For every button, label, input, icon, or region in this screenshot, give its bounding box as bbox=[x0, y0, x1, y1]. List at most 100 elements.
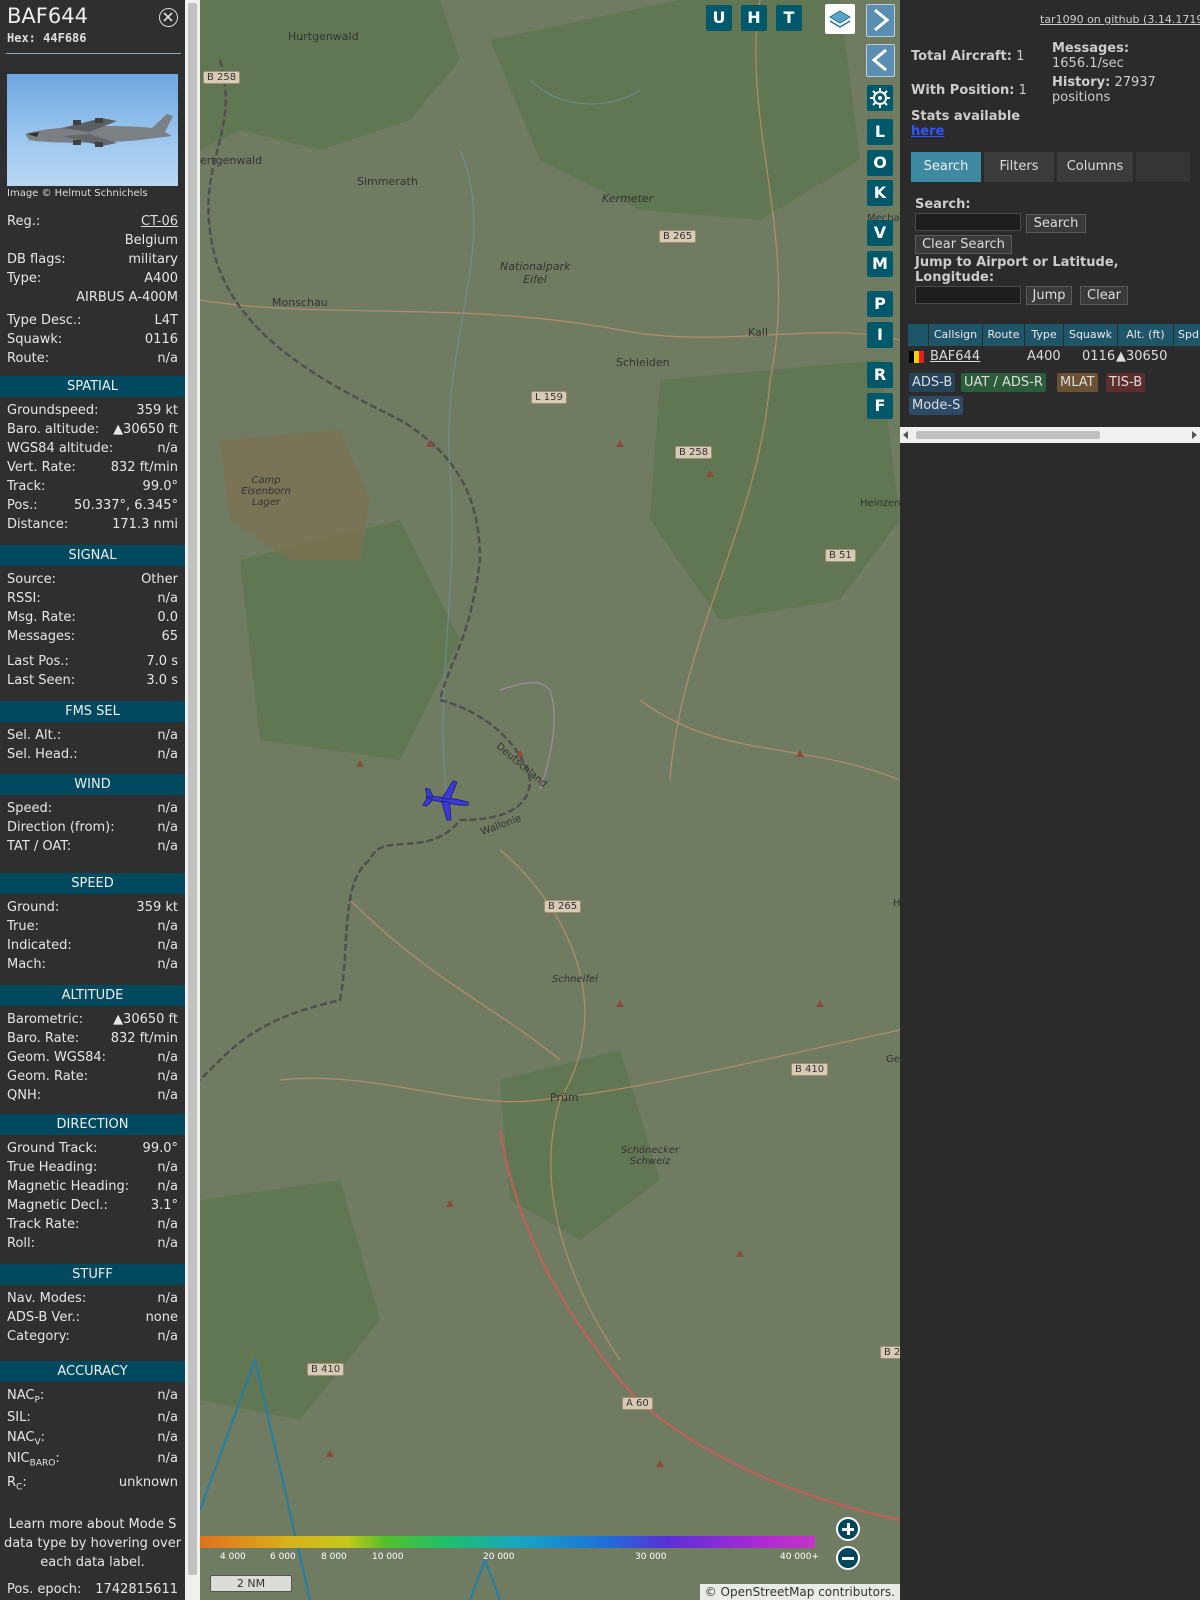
info-row: Track: 99.0° bbox=[7, 479, 178, 497]
info-label: QNH: bbox=[7, 1088, 42, 1103]
toggle-p-button[interactable]: P bbox=[867, 291, 893, 317]
aircraft-marker-icon[interactable] bbox=[422, 778, 472, 822]
detail-label: Route: bbox=[7, 351, 50, 366]
table-header-altitude[interactable]: Alt. (ft) bbox=[1118, 324, 1173, 346]
info-value: n/a bbox=[157, 1410, 178, 1425]
info-label: Ground Track: bbox=[7, 1141, 98, 1156]
map-attribution[interactable]: © OpenStreetMap contributors. bbox=[699, 1584, 900, 1600]
tab-filters[interactable]: Filters bbox=[984, 152, 1054, 182]
legend-badge-ads-b[interactable]: ADS-B bbox=[909, 373, 956, 392]
info-row: Direction (from): n/a bbox=[7, 820, 178, 838]
info-row: Magnetic Heading: n/a bbox=[7, 1179, 178, 1197]
clear-button[interactable]: Clear bbox=[1080, 286, 1128, 305]
info-value: 3.1° bbox=[150, 1198, 178, 1213]
table-header-type[interactable]: Type bbox=[1025, 324, 1063, 346]
toggle-t-button[interactable]: T bbox=[776, 5, 802, 31]
info-label: Barometric: bbox=[7, 1012, 84, 1027]
section-header-altitude: ALTITUDE bbox=[0, 985, 185, 1006]
toggle-r-button[interactable]: R bbox=[867, 362, 893, 388]
info-value: 0.0 bbox=[157, 610, 178, 625]
scroll-left-icon[interactable] bbox=[903, 431, 909, 439]
info-value: n/a bbox=[157, 957, 178, 972]
section-header-spatial: SPATIAL bbox=[0, 376, 185, 397]
info-value: n/a bbox=[157, 591, 178, 606]
toggle-l-button[interactable]: L bbox=[867, 119, 893, 145]
road-shield: B 2 bbox=[880, 1346, 900, 1359]
info-label: Speed: bbox=[7, 801, 53, 816]
info-row: Ground: 359 kt bbox=[7, 900, 178, 918]
jump-input[interactable] bbox=[915, 286, 1021, 304]
info-row: Last Pos.: 7.0 s bbox=[7, 654, 178, 672]
table-header-callsign[interactable]: Callsign bbox=[929, 324, 982, 346]
clear-search-button[interactable]: Clear Search bbox=[915, 235, 1012, 254]
legend-badge-uat-ads-r[interactable]: UAT / ADS-R bbox=[961, 373, 1046, 392]
sidebar-panel: tar1090 on github (3.14.1719) Total Airc… bbox=[900, 0, 1200, 1600]
toggle-f-button[interactable]: F bbox=[867, 393, 893, 419]
registration-link[interactable]: CT-06 bbox=[141, 214, 178, 229]
search-input[interactable] bbox=[915, 213, 1021, 231]
info-row: Pos.: 50.337°, 6.345° bbox=[7, 498, 178, 516]
total-aircraft: Total Aircraft: 1 bbox=[911, 49, 1025, 64]
info-label: Source: bbox=[7, 572, 57, 587]
legend-badge-tis-b[interactable]: TIS-B bbox=[1106, 373, 1146, 392]
table-header-squawk[interactable]: Squawk bbox=[1064, 324, 1117, 346]
toggle-i-button[interactable]: I bbox=[867, 322, 893, 348]
info-row: Category: n/a bbox=[7, 1329, 178, 1347]
table-header-route[interactable]: Route bbox=[983, 324, 1024, 346]
info-value: Other bbox=[141, 572, 178, 587]
info-label: Baro. altitude: bbox=[7, 422, 100, 437]
github-link[interactable]: tar1090 on github (3.14.1719) bbox=[1040, 13, 1200, 26]
info-label: SIL: bbox=[7, 1410, 31, 1425]
detail-value: AIRBUS A-400M bbox=[76, 290, 178, 305]
chevron-right-icon[interactable] bbox=[866, 4, 895, 37]
stats-link[interactable]: here bbox=[911, 124, 944, 139]
info-value: n/a bbox=[157, 1050, 178, 1065]
zoom-out-icon[interactable] bbox=[836, 1546, 860, 1570]
info-row: Source: Other bbox=[7, 572, 178, 590]
toggle-h-button[interactable]: H bbox=[741, 5, 767, 31]
scroll-right-icon[interactable] bbox=[1191, 431, 1197, 439]
chevron-left-icon[interactable] bbox=[866, 44, 895, 77]
close-icon[interactable] bbox=[159, 8, 178, 27]
aircraft-photo[interactable] bbox=[7, 74, 178, 186]
toggle-k-button[interactable]: K bbox=[867, 180, 893, 206]
toggle-u-button[interactable]: U bbox=[706, 5, 732, 31]
toggle-o-button[interactable]: O bbox=[867, 150, 893, 176]
search-button[interactable]: Search bbox=[1026, 214, 1086, 233]
jump-label: Jump to Airport or Latitude, Longitude: bbox=[915, 255, 1119, 285]
info-row: Roll: n/a bbox=[7, 1236, 178, 1254]
row-callsign[interactable]: BAF644 bbox=[930, 347, 980, 367]
settings-gear-icon[interactable] bbox=[867, 85, 893, 111]
detail-value: n/a bbox=[157, 351, 178, 366]
tab-columns[interactable]: Columns bbox=[1057, 152, 1133, 182]
info-panel-scrollbar[interactable] bbox=[185, 0, 200, 1600]
table-header-speed[interactable]: Spd bbox=[1174, 324, 1200, 346]
info-value: 7.0 s bbox=[146, 654, 178, 669]
layers-icon[interactable] bbox=[825, 4, 855, 34]
detail-value: A400 bbox=[144, 271, 178, 286]
pos-epoch-row: Pos. epoch: 1742815611 bbox=[7, 1582, 178, 1597]
info-value: n/a bbox=[157, 1069, 178, 1084]
info-value: n/a bbox=[157, 1388, 178, 1403]
detail-row: Squawk: 0116 bbox=[7, 332, 178, 350]
info-row: SIL: n/a bbox=[7, 1410, 178, 1428]
detail-value: military bbox=[128, 252, 178, 267]
detail-label: Type: bbox=[7, 271, 42, 286]
toggle-v-button[interactable]: V bbox=[867, 220, 893, 246]
info-value: n/a bbox=[157, 919, 178, 934]
table-horizontal-scrollbar[interactable] bbox=[900, 427, 1200, 443]
detail-label: Squawk: bbox=[7, 332, 63, 347]
info-row: Vert. Rate: 832 ft/min bbox=[7, 460, 178, 478]
tab-search[interactable]: Search bbox=[911, 152, 981, 182]
info-label: ADS-B Ver.: bbox=[7, 1310, 80, 1325]
legend-badge-mode-s[interactable]: Mode-S bbox=[909, 396, 964, 415]
info-value: 832 ft/min bbox=[110, 1031, 178, 1046]
detail-row: Reg.: CT-06 bbox=[7, 214, 178, 232]
info-row: RSSI: n/a bbox=[7, 591, 178, 609]
info-row: NACP: n/a bbox=[7, 1388, 178, 1406]
map-area[interactable]: Hurtgenwald ertgenwald Simmerath Kermete… bbox=[200, 0, 900, 1600]
toggle-m-button[interactable]: M bbox=[867, 251, 893, 277]
zoom-in-icon[interactable] bbox=[836, 1517, 860, 1541]
legend-badge-mlat[interactable]: MLAT bbox=[1057, 373, 1098, 392]
jump-button[interactable]: Jump bbox=[1026, 286, 1072, 305]
